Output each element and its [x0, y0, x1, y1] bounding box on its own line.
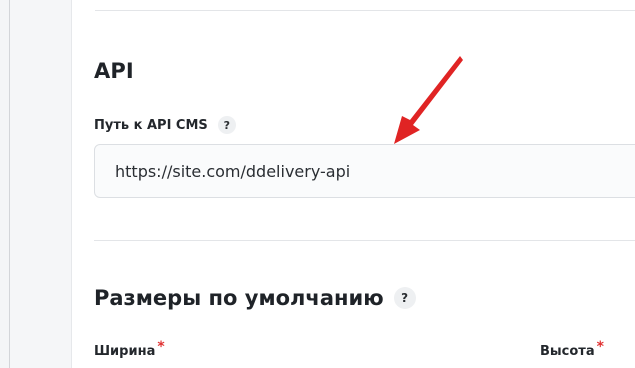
height-required-mark: * — [596, 339, 604, 355]
section-divider — [94, 240, 635, 241]
width-required-mark: * — [157, 339, 165, 355]
defaults-help-icon[interactable]: ? — [393, 287, 416, 309]
height-label: Высота — [540, 344, 595, 359]
defaults-section-title-row: Размеры по умолчанию ? — [94, 286, 416, 310]
settings-page: API Путь к API CMS ? Размеры по умолчани… — [0, 0, 635, 368]
api-path-label-row: Путь к API CMS ? — [94, 116, 236, 134]
api-path-input[interactable] — [94, 144, 635, 198]
api-path-help-icon[interactable]: ? — [217, 116, 236, 134]
height-label-row: Высота * — [540, 339, 604, 359]
defaults-section-title: Размеры по умолчанию — [94, 286, 384, 310]
width-label-row: Ширина * — [94, 339, 165, 359]
width-label: Ширина — [94, 344, 156, 359]
api-section-title: API — [94, 59, 134, 83]
api-path-label: Путь к API CMS — [94, 117, 208, 133]
card-top-edge — [95, 10, 635, 11]
